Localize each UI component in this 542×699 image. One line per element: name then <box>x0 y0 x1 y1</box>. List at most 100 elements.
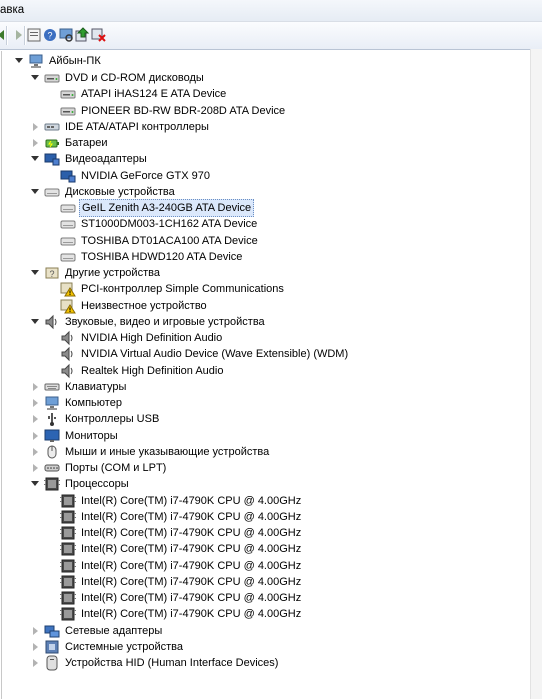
computer-icon <box>28 53 44 69</box>
toolbar-separator <box>24 26 26 45</box>
tree-node-label: Клавиатуры <box>65 381 127 393</box>
processor-icon <box>60 541 76 557</box>
disk-drive-icon <box>60 200 76 216</box>
dvd-drive-icon <box>60 86 76 102</box>
display-adapter-icon <box>60 168 76 184</box>
expand-arrow-icon[interactable] <box>31 399 39 407</box>
speaker-icon <box>60 363 76 379</box>
tree-node-label: NVIDIA GeForce GTX 970 <box>81 170 210 182</box>
expand-arrow-icon[interactable] <box>31 659 39 667</box>
unknown-device-warning-icon <box>60 298 76 314</box>
tree-node-label: TOSHIBA HDWD120 ATA Device <box>81 251 243 263</box>
tree-node-label: PIONEER BD-RW BDR-208D ATA Device <box>81 105 286 117</box>
tree-node-label: Intel(R) Core(TM) i7-4790K CPU @ 4.00GHz <box>81 576 302 588</box>
tree-node-label: Дисковые устройства <box>65 186 175 198</box>
properties-icon <box>26 28 42 46</box>
collapse-arrow-icon[interactable] <box>31 188 39 196</box>
tree-node-label: Компьютер <box>65 397 122 409</box>
speaker-icon <box>60 330 76 346</box>
collapse-arrow-icon[interactable] <box>31 269 39 277</box>
tree-node-label: Устройства HID (Human Interface Devices) <box>65 657 279 669</box>
menu-item-help[interactable]: авка <box>0 4 24 16</box>
processor-icon <box>44 476 60 492</box>
processor-icon <box>60 574 76 590</box>
computer-icon <box>44 395 60 411</box>
collapse-arrow-icon[interactable] <box>31 480 39 488</box>
mouse-icon <box>44 444 60 460</box>
back-icon <box>0 30 10 46</box>
tree-node-label: DVD и CD-ROM дисководы <box>65 72 204 84</box>
expand-arrow-icon[interactable] <box>31 448 39 456</box>
tree-node-label: Звуковые, видео и игровые устройства <box>65 316 265 328</box>
uninstall-icon <box>90 28 106 46</box>
processor-icon <box>60 525 76 541</box>
scrollbar-edge[interactable] <box>530 49 542 699</box>
tree-node-label: Intel(R) Core(TM) i7-4790K CPU @ 4.00GHz <box>81 560 302 572</box>
properties-button[interactable] <box>26 27 42 43</box>
expand-arrow-icon[interactable] <box>31 643 39 651</box>
scan-hardware-button[interactable] <box>58 27 74 43</box>
tree-node-label: Intel(R) Core(TM) i7-4790K CPU @ 4.00GHz <box>81 608 302 620</box>
processor-icon <box>60 509 76 525</box>
expand-arrow-icon[interactable] <box>31 415 39 423</box>
dvd-drive-icon <box>44 70 60 86</box>
collapse-arrow-icon[interactable] <box>31 318 39 326</box>
tree-node-label: TOSHIBA DT01ACA100 ATA Device <box>81 235 258 247</box>
expand-arrow-icon[interactable] <box>31 432 39 440</box>
tree-node-label: Сетевые адаптеры <box>65 625 163 637</box>
expand-arrow-icon[interactable] <box>31 139 39 147</box>
tree-root-label: Айбын-ПК <box>49 55 101 67</box>
update-driver-button[interactable] <box>74 27 90 43</box>
speaker-icon <box>44 314 60 330</box>
keyboard-icon <box>44 379 60 395</box>
processor-icon <box>60 590 76 606</box>
tree-node-label: Системные устройства <box>65 641 184 653</box>
tree-node-label: ST1000DM003-1CH162 ATA Device <box>81 218 258 230</box>
battery-icon <box>44 135 60 151</box>
help-icon: ? <box>42 29 58 46</box>
tree-node-label: Контроллеры USB <box>65 413 160 425</box>
expand-arrow-icon[interactable] <box>31 383 39 391</box>
dvd-drive-icon <box>60 103 76 119</box>
tree-node-label: GeIL Zenith A3-240GB ATA Device <box>79 199 255 217</box>
device-tree[interactable]: Айбын-ПК DVD и CD-ROM дисководы ATAPI iHA… <box>1 51 530 699</box>
system-device-icon <box>44 639 60 655</box>
processor-icon <box>60 558 76 574</box>
tree-node-label: NVIDIA Virtual Audio Device (Wave Extens… <box>81 348 349 360</box>
speaker-icon <box>60 346 76 362</box>
disk-drive-icon <box>44 184 60 200</box>
scan-hardware-icon <box>58 28 74 46</box>
disk-drive-icon <box>60 216 76 232</box>
toolbar: ? <box>0 22 542 50</box>
tree-node-label: Мониторы <box>65 430 118 442</box>
tree-node-label: Порты (COM и LPT) <box>65 462 167 474</box>
svg-text:?: ? <box>49 269 54 279</box>
expand-arrow-icon[interactable] <box>31 627 39 635</box>
tree-node-label: IDE ATA/ATAPI контроллеры <box>65 121 209 133</box>
tree-node-label: Intel(R) Core(TM) i7-4790K CPU @ 4.00GHz <box>81 527 302 539</box>
monitor-icon <box>44 428 60 444</box>
tree-node-label: Мыши и иные указывающие устройства <box>65 446 270 458</box>
uninstall-button[interactable] <box>90 27 106 43</box>
help-button[interactable]: ? <box>42 27 58 43</box>
expand-arrow-icon[interactable] <box>31 464 39 472</box>
ide-controller-icon <box>44 119 60 135</box>
display-adapter-icon <box>44 151 60 167</box>
other-device-icon: ? <box>44 265 60 281</box>
network-adapter-icon <box>44 623 60 639</box>
tree-node-label: Intel(R) Core(TM) i7-4790K CPU @ 4.00GHz <box>81 495 302 507</box>
back-button[interactable] <box>0 27 10 43</box>
disk-drive-icon <box>60 249 76 265</box>
tree-node-label: Intel(R) Core(TM) i7-4790K CPU @ 4.00GHz <box>81 543 302 555</box>
collapse-arrow-icon[interactable] <box>31 74 39 82</box>
tree-node-label: Видеоадаптеры <box>65 153 147 165</box>
tree-node-label: Realtek High Definition Audio <box>81 365 224 377</box>
disk-drive-icon <box>60 233 76 249</box>
tree-node-label: Процессоры <box>65 478 129 490</box>
svg-text:?: ? <box>47 31 52 41</box>
toolbar-separator <box>6 26 8 45</box>
collapse-arrow-icon[interactable] <box>15 57 23 65</box>
collapse-arrow-icon[interactable] <box>31 155 39 163</box>
expand-arrow-icon[interactable] <box>31 123 39 131</box>
usb-icon <box>44 411 60 427</box>
